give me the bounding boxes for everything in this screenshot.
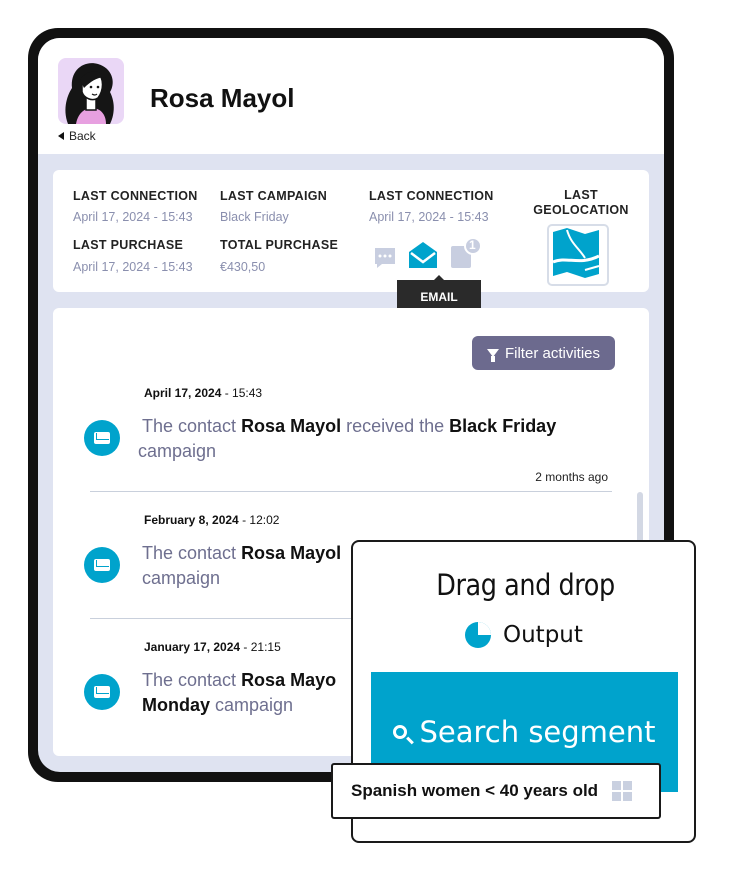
geolocation-label-line1: LAST bbox=[564, 188, 598, 202]
segment-chip-label: Spanish women < 40 years old bbox=[351, 781, 599, 800]
contact-name: Rosa Mayol bbox=[150, 83, 295, 113]
search-segment-label: Search segment bbox=[419, 715, 656, 749]
widget-title: Drag and drop bbox=[436, 568, 615, 602]
drag-handle-icon[interactable] bbox=[612, 781, 633, 801]
last-connection-channel-label: LAST CONNECTION bbox=[369, 189, 494, 203]
output-row: Output bbox=[465, 622, 583, 648]
activity-date: February 8, 2024 - 12:02 bbox=[144, 513, 280, 527]
total-purchase-value: €430,50 bbox=[220, 260, 266, 274]
segment-chip[interactable]: Spanish women < 40 years old bbox=[331, 763, 661, 819]
last-campaign-value: Black Friday bbox=[220, 210, 289, 224]
filter-label: Filter activities bbox=[504, 344, 601, 362]
back-label: Back bbox=[69, 129, 96, 143]
notification-count: 1 bbox=[469, 238, 476, 252]
divider bbox=[90, 491, 612, 492]
email-channel-icon[interactable] bbox=[407, 240, 439, 275]
back-link[interactable]: Back bbox=[58, 129, 96, 143]
activity-item[interactable]: April 17, 2024 - 15:43 The contact Rosa … bbox=[53, 386, 649, 506]
channel-tooltip: EMAIL bbox=[397, 275, 481, 310]
filter-icon bbox=[486, 349, 499, 362]
email-icon bbox=[84, 420, 120, 456]
map-thumbnail[interactable] bbox=[547, 224, 609, 286]
activity-date: April 17, 2024 - 15:43 bbox=[144, 386, 263, 400]
avatar bbox=[58, 58, 124, 124]
activity-text: The contact Rosa Mayol received the Blac… bbox=[138, 416, 557, 461]
contact-header: Back Rosa Mayol bbox=[38, 38, 664, 154]
email-icon bbox=[84, 674, 120, 710]
last-connection-label: LAST CONNECTION bbox=[73, 189, 198, 203]
pie-chart-icon bbox=[465, 622, 491, 648]
back-arrow-icon bbox=[58, 132, 64, 140]
last-purchase-label: LAST PURCHASE bbox=[73, 238, 184, 252]
geolocation-label: LAST GEOLOCATION bbox=[531, 188, 631, 218]
notification-icon[interactable]: 1 bbox=[449, 236, 483, 275]
chat-icon[interactable] bbox=[373, 246, 397, 275]
last-connection-value: April 17, 2024 - 15:43 bbox=[73, 210, 193, 224]
geolocation-label-line2: GEOLOCATION bbox=[533, 203, 629, 217]
output-label: Output bbox=[503, 622, 583, 648]
search-icon bbox=[393, 725, 408, 739]
last-campaign-label: LAST CAMPAIGN bbox=[220, 189, 328, 203]
map-icon bbox=[552, 228, 600, 278]
activity-time-ago: 2 months ago bbox=[535, 470, 608, 484]
total-purchase-label: TOTAL PURCHASE bbox=[220, 238, 339, 252]
summary-card: LAST CONNECTION April 17, 2024 - 15:43 L… bbox=[53, 170, 649, 310]
email-icon bbox=[84, 547, 120, 583]
activity-date: January 17, 2024 - 21:15 bbox=[144, 640, 281, 654]
last-connection-channel-value: April 17, 2024 - 15:43 bbox=[369, 210, 489, 224]
filter-activities-button[interactable]: Filter activities bbox=[472, 336, 615, 370]
last-purchase-value: April 17, 2024 - 15:43 bbox=[73, 260, 193, 274]
